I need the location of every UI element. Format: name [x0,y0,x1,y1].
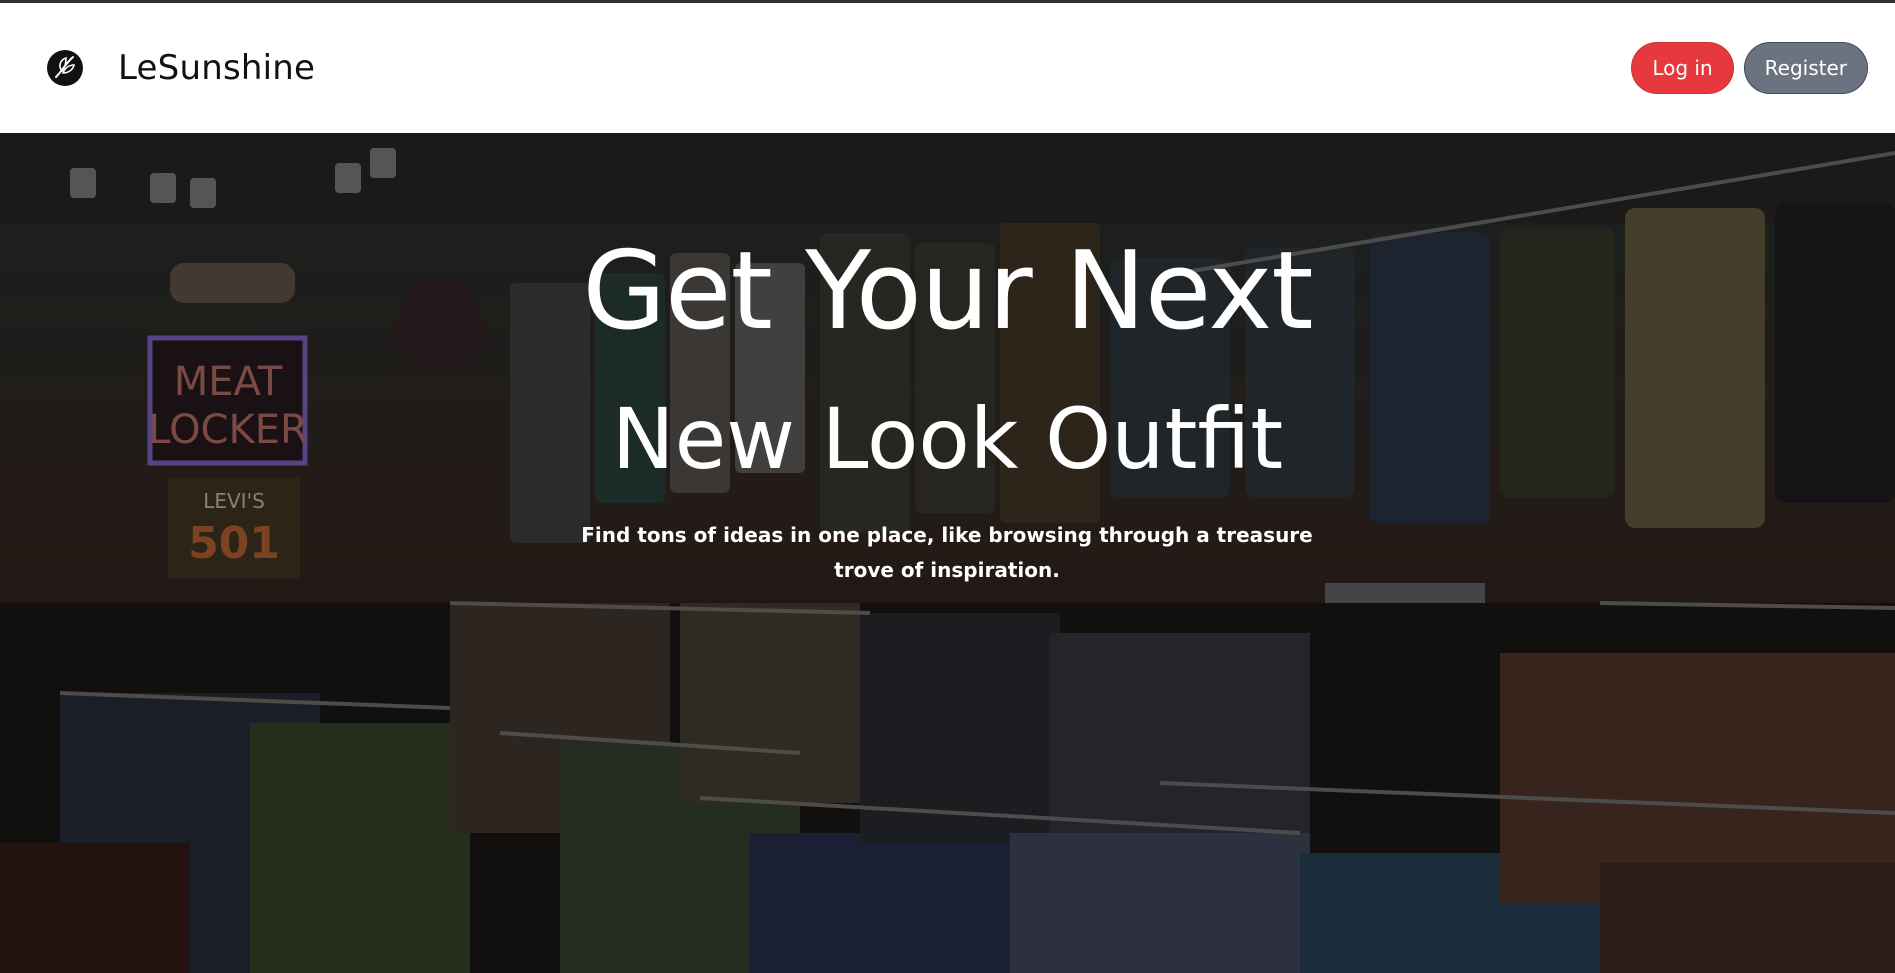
leaf-logo-icon [47,50,83,86]
hero-headline-line1: Get Your Next [582,229,1313,354]
hero-section: MEAT LOCKER LEVI'S 501 Get Your Next New… [0,133,1895,973]
login-button[interactable]: Log in [1631,42,1734,94]
auth-actions: Log in Register [1631,42,1868,94]
brand-name: LeSunshine [118,48,316,88]
navbar: LeSunshine Log in Register [0,3,1895,133]
brand[interactable]: LeSunshine [46,48,315,88]
register-button[interactable]: Register [1743,42,1868,94]
hero-content: Get Your Next New Look Outfit Find tons … [0,133,1895,973]
hero-headline-line2: New Look Outfit [611,390,1284,488]
hero-subtext: Find tons of ideas in one place, like br… [581,523,1313,582]
